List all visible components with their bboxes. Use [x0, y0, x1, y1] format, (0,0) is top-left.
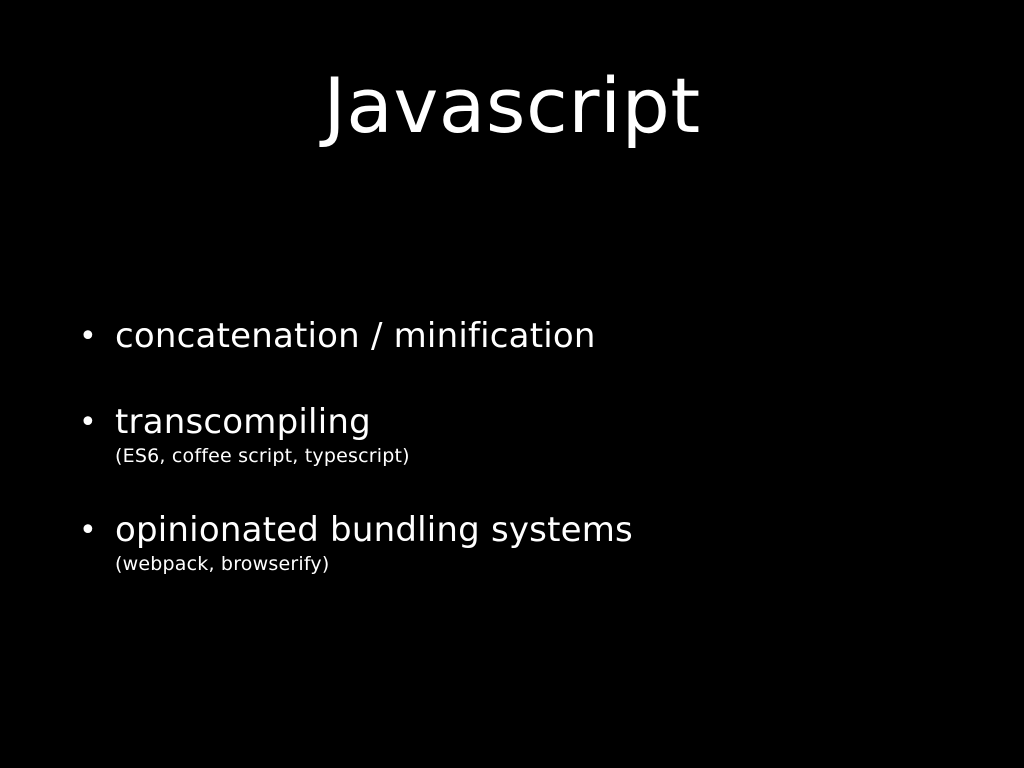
bullet-list: • concatenation / minification • transco… — [0, 314, 1024, 618]
bullet-subtext: (webpack, browserify) — [115, 553, 330, 575]
bullet-dot-icon: • — [79, 405, 97, 440]
bullet-dot-icon: • — [79, 513, 97, 548]
bullet-item-bundling: • opinionated bundling systems (webpack,… — [0, 508, 1024, 576]
bullet-text: opinionated bundling systems — [115, 510, 633, 550]
bullet-subtext: (ES6, coffee script, typescript) — [115, 445, 410, 467]
bullet-item-concatenation: • concatenation / minification — [0, 314, 1024, 358]
bullet-text: concatenation / minification — [115, 316, 596, 356]
slide-title: Javascript — [323, 61, 701, 150]
bullet-item-transcompiling: • transcompiling (ES6, coffee script, ty… — [0, 400, 1024, 468]
bullet-text: transcompiling — [115, 402, 371, 442]
slide: Javascript • concatenation / minificatio… — [0, 0, 1024, 768]
bullet-dot-icon: • — [79, 319, 97, 354]
